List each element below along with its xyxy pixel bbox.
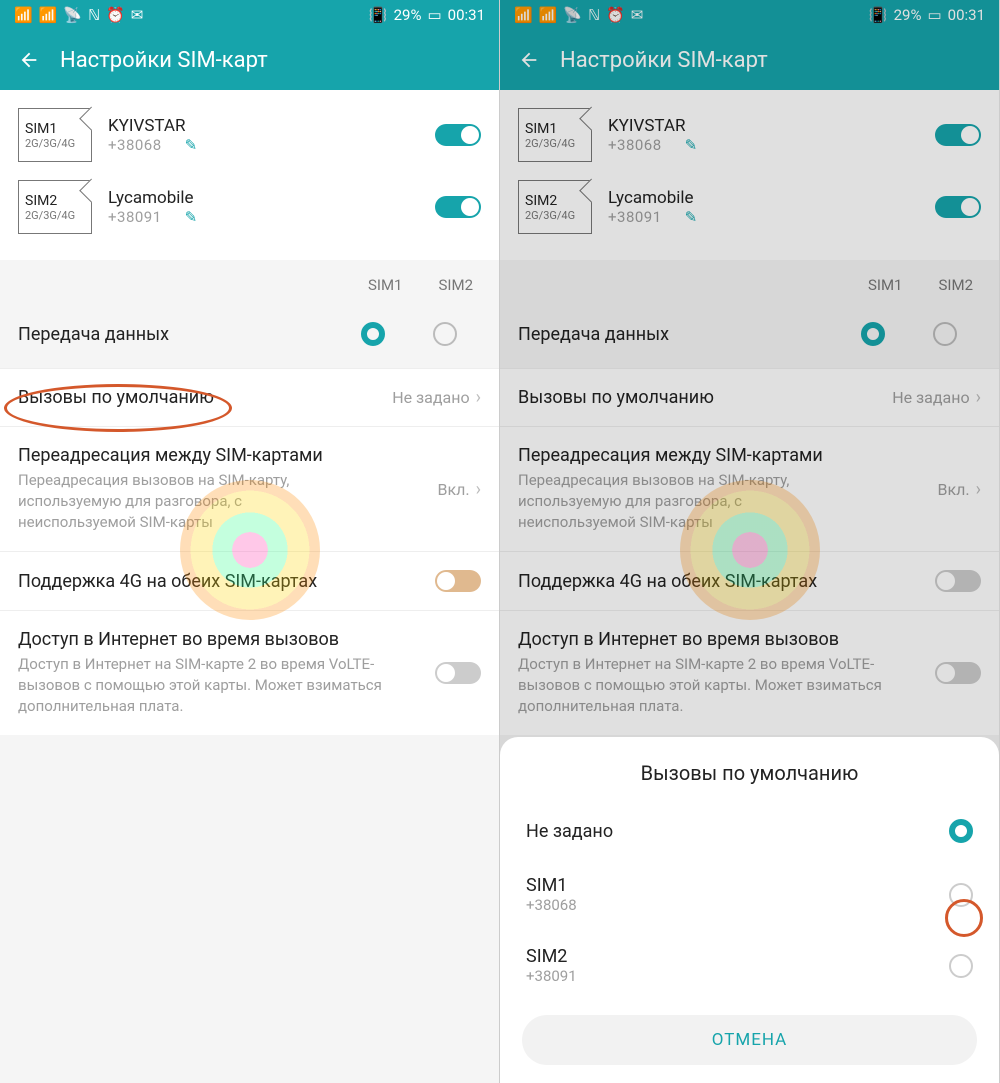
dual-4g-toggle[interactable]: [935, 570, 981, 592]
back-icon[interactable]: [518, 49, 540, 71]
chevron-right-icon: ›: [976, 479, 981, 500]
sim2-number: +38091: [108, 208, 162, 226]
chevron-right-icon: ›: [476, 387, 481, 408]
vibrate-icon: 📳: [869, 6, 888, 24]
internet-during-call-row[interactable]: Доступ в Интернет во время вызовов Досту…: [500, 610, 999, 735]
chevron-right-icon: ›: [476, 479, 481, 500]
dialog-title: Вызовы по умолчанию: [500, 757, 999, 803]
screen-right: 📶 📶 📡 ℕ ⏰ ✉ 📳 29% ▭ 00:31 Настройки SIM-…: [500, 0, 1000, 1083]
call-forward-row[interactable]: Переадресация между SIM-картами Переадре…: [0, 426, 499, 551]
sim1-operator: KYIVSTAR: [108, 116, 185, 136]
wifi-icon: 📡: [63, 6, 82, 24]
internet-during-call-row[interactable]: Доступ в Интернет во время вызовов Досту…: [0, 610, 499, 735]
mail-icon: ✉: [631, 6, 644, 24]
page-title: Настройки SIM-карт: [60, 48, 268, 73]
status-bar: 📶 📶 📡 ℕ ⏰ ✉ 📳 29% ▭ 00:31: [500, 0, 999, 30]
screen-left: 📶 📶 📡 ℕ ⏰ ✉ 📳 29% ▭ 00:31 Настройки SIM-…: [0, 0, 500, 1083]
sim2-row: SIM2 2G/3G/4G Lycamobile +38091 ✎: [18, 180, 481, 234]
dual-4g-row[interactable]: Поддержка 4G на обеих SIM-картах: [500, 551, 999, 610]
mail-icon: ✉: [131, 6, 144, 24]
call-forward-row[interactable]: Переадресация между SIM-картами Переадре…: [500, 426, 999, 551]
watermark: [680, 480, 820, 620]
data-sim1-radio[interactable]: [861, 322, 885, 346]
header: Настройки SIM-карт: [0, 30, 499, 90]
vibrate-icon: 📳: [369, 6, 388, 24]
edit-icon[interactable]: ✎: [185, 136, 198, 154]
data-transfer-row[interactable]: Передача данных: [18, 310, 481, 358]
status-bar: 📶 📶 📡 ℕ ⏰ ✉ 📳 29% ▭ 00:31: [0, 0, 499, 30]
alarm-icon: ⏰: [106, 6, 125, 24]
radio-sim2[interactable]: [949, 954, 973, 978]
signal-icon: 📶: [539, 6, 558, 24]
edit-icon[interactable]: ✎: [185, 208, 198, 226]
default-calls-dialog: Вызовы по умолчанию Не задано SIM1 +3806…: [500, 737, 999, 1083]
sim1-toggle[interactable]: [435, 124, 481, 146]
signal-icon: 📶: [14, 6, 33, 24]
sim2-card-icon: SIM2 2G/3G/4G: [518, 180, 592, 234]
clock-text: 00:31: [448, 6, 485, 24]
default-calls-row[interactable]: Вызовы по умолчанию Не задано ›: [0, 368, 499, 426]
data-transfer-row[interactable]: Передача данных: [518, 310, 981, 358]
sim2-operator: Lycamobile: [108, 188, 194, 208]
dialog-option-sim1[interactable]: SIM1 +38068: [500, 859, 999, 930]
dialog-option-notset[interactable]: Не задано: [500, 803, 999, 859]
sim2-card-icon: SIM2 2G/3G/4G: [18, 180, 92, 234]
radio-sim1[interactable]: [949, 883, 973, 907]
cancel-button[interactable]: ОТМЕНА: [522, 1015, 977, 1065]
radio-notset[interactable]: [949, 819, 973, 843]
wifi-icon: 📡: [563, 6, 582, 24]
nfc-icon: ℕ: [588, 6, 600, 24]
dual-4g-toggle[interactable]: [435, 570, 481, 592]
data-sim2-radio[interactable]: [933, 322, 957, 346]
battery-text: 29%: [894, 6, 922, 24]
header: Настройки SIM-карт: [500, 30, 999, 90]
battery-icon: ▭: [427, 6, 441, 24]
dialog-option-sim2[interactable]: SIM2 +38091: [500, 930, 999, 1001]
battery-text: 29%: [394, 6, 422, 24]
signal-icon: 📶: [39, 6, 58, 24]
clock-text: 00:31: [948, 6, 985, 24]
page-title: Настройки SIM-карт: [560, 48, 768, 73]
sim2-toggle[interactable]: [435, 196, 481, 218]
sim1-number: +38068: [108, 136, 162, 154]
back-icon[interactable]: [18, 49, 40, 71]
chevron-right-icon: ›: [976, 387, 981, 408]
edit-icon[interactable]: ✎: [685, 208, 698, 226]
col-sim1: SIM1: [368, 276, 403, 294]
sim1-toggle[interactable]: [935, 124, 981, 146]
battery-icon: ▭: [927, 6, 941, 24]
sim1-card-icon: SIM1 2G/3G/4G: [18, 108, 92, 162]
data-sim1-radio[interactable]: [361, 322, 385, 346]
dual-4g-row[interactable]: Поддержка 4G на обеих SIM-картах: [0, 551, 499, 610]
data-sim2-radio[interactable]: [433, 322, 457, 346]
internet-toggle[interactable]: [435, 662, 481, 684]
edit-icon[interactable]: ✎: [685, 136, 698, 154]
nfc-icon: ℕ: [88, 6, 100, 24]
col-sim2: SIM2: [438, 276, 473, 294]
sim1-card-icon: SIM1 2G/3G/4G: [518, 108, 592, 162]
sim2-toggle[interactable]: [935, 196, 981, 218]
signal-icon: 📶: [514, 6, 533, 24]
sim1-row: SIM1 2G/3G/4G KYIVSTAR +38068 ✎: [18, 108, 481, 162]
alarm-icon: ⏰: [606, 6, 625, 24]
internet-toggle[interactable]: [935, 662, 981, 684]
default-calls-row[interactable]: Вызовы по умолчанию Не задано ›: [500, 368, 999, 426]
